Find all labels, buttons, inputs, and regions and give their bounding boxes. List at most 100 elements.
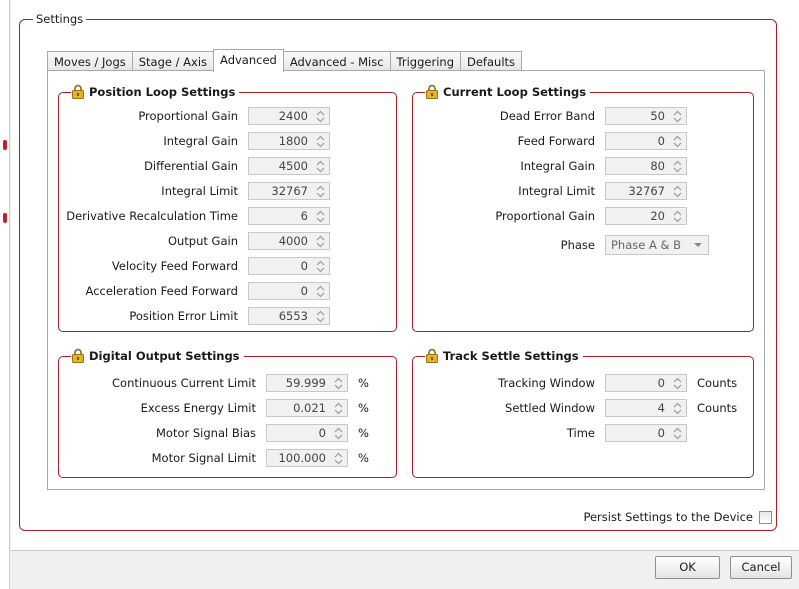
tracking-window-input[interactable]: 0 (605, 374, 687, 392)
track-settle-title-text: Track Settle Settings (443, 348, 579, 363)
spin-arrows-icon[interactable] (316, 185, 325, 198)
derivative-recalculation-time-input[interactable]: 6 (248, 207, 330, 225)
continuous-current-limit-input[interactable]: 59.999 (266, 374, 348, 392)
field-row: Motor Signal Limit 100.000% (152, 449, 369, 467)
spin-arrows-icon[interactable] (673, 377, 682, 390)
field-row: Output Gain 4000 (168, 232, 330, 250)
spin-arrows-icon[interactable] (673, 135, 682, 148)
tab-advanced-misc[interactable]: Advanced - Misc (282, 51, 391, 71)
spin-arrows-icon[interactable] (673, 160, 682, 173)
spin-arrows-icon[interactable] (316, 135, 325, 148)
field-row: Proportional Gain 2400 (138, 107, 330, 125)
field-label: Proportional Gain (495, 209, 595, 223)
persist-settings[interactable]: Persist Settings to the Device (583, 510, 772, 524)
position-loop-section: Position Loop Settings Proportional Gain… (58, 84, 397, 332)
field-value: 4500 (278, 159, 308, 173)
field-label: Position Error Limit (129, 309, 238, 323)
persist-settings-label: Persist Settings to the Device (583, 510, 753, 524)
output-gain-input[interactable]: 4000 (248, 232, 330, 250)
spin-arrows-icon[interactable] (316, 260, 325, 273)
track-settle-title: Track Settle Settings (425, 348, 583, 363)
dead-error-band-input[interactable]: 50 (605, 107, 687, 125)
digital-output-title-text: Digital Output Settings (89, 348, 240, 363)
settle-time-input[interactable]: 0 (605, 424, 687, 442)
field-label: Dead Error Band (499, 109, 595, 123)
field-label: Time (566, 426, 595, 440)
field-value: 0 (300, 259, 308, 273)
spin-arrows-icon[interactable] (673, 402, 682, 415)
field-value: 1800 (278, 134, 308, 148)
lock-icon (72, 348, 84, 363)
spin-arrows-icon[interactable] (673, 427, 682, 440)
field-label: Integral Gain (520, 159, 595, 173)
field-row: Acceleration Feed Forward 0 (86, 282, 330, 300)
tab-stage-axis[interactable]: Stage / Axis (131, 51, 215, 71)
track-settle-section: Track Settle Settings Tracking Window 0 Co… (412, 348, 754, 478)
digital-output-section: Digital Output Settings Continuous Curre… (58, 348, 397, 478)
lock-icon (426, 84, 438, 99)
integral-gain-input[interactable]: 1800 (248, 132, 330, 150)
chevron-down-icon[interactable] (694, 243, 702, 247)
field-unit: % (358, 426, 369, 440)
field-label: Tracking Window (498, 376, 595, 390)
spin-arrows-icon[interactable] (316, 110, 325, 123)
ok-button[interactable]: OK (655, 556, 720, 579)
excess-energy-limit-input[interactable]: 0.021 (266, 399, 348, 417)
cancel-button[interactable]: Cancel (730, 556, 792, 579)
differential-gain-input[interactable]: 4500 (248, 157, 330, 175)
digital-output-title: Digital Output Settings (71, 348, 244, 363)
persist-settings-checkbox[interactable] (759, 510, 772, 524)
field-row: Settled Window 4 Counts (505, 399, 737, 417)
spin-arrows-icon[interactable] (316, 160, 325, 173)
field-row: Tracking Window 0 Counts (498, 374, 738, 392)
position-loop-title: Position Loop Settings (71, 84, 240, 99)
field-label: Integral Gain (163, 134, 238, 148)
settled-window-input[interactable]: 4 (605, 399, 687, 417)
current-proportional-gain-input[interactable]: 20 (605, 207, 687, 225)
motor-signal-bias-input[interactable]: 0 (266, 424, 348, 442)
field-unit: Counts (697, 376, 738, 390)
spin-arrows-icon[interactable] (316, 310, 325, 323)
field-value: 6553 (278, 309, 308, 323)
phase-select[interactable]: Phase A & B (605, 235, 709, 255)
tab-moves-jogs[interactable]: Moves / Jogs (47, 51, 133, 71)
lock-icon (72, 84, 84, 99)
field-row: Time 0 (567, 424, 687, 442)
spin-arrows-icon[interactable] (334, 377, 343, 390)
spin-arrows-icon[interactable] (334, 452, 343, 465)
spin-arrows-icon[interactable] (673, 110, 682, 123)
field-value: 4000 (278, 234, 308, 248)
field-row: Integral Gain 80 (520, 157, 687, 175)
spin-arrows-icon[interactable] (673, 210, 682, 223)
current-integral-gain-input[interactable]: 80 (605, 157, 687, 175)
spin-arrows-icon[interactable] (316, 285, 325, 298)
tab-defaults[interactable]: Defaults (460, 51, 523, 71)
field-row: Phase Phase A & B (561, 235, 709, 255)
spin-arrows-icon[interactable] (673, 185, 682, 198)
field-label: Continuous Current Limit (112, 376, 256, 390)
current-integral-limit-input[interactable]: 32767 (605, 182, 687, 200)
tab-advanced[interactable]: Advanced (213, 49, 284, 72)
spin-arrows-icon[interactable] (316, 210, 325, 223)
phase-select-value: Phase A & B (611, 238, 682, 252)
position-loop-title-text: Position Loop Settings (89, 84, 236, 99)
field-row: Integral Limit 32767 (161, 182, 330, 200)
position-error-limit-input[interactable]: 6553 (248, 307, 330, 325)
field-label: Feed Forward (517, 134, 595, 148)
acceleration-feed-forward-input[interactable]: 0 (248, 282, 330, 300)
proportional-gain-input[interactable]: 2400 (248, 107, 330, 125)
field-value: 32767 (271, 184, 308, 198)
field-row: Dead Error Band 50 (500, 107, 687, 125)
spin-arrows-icon[interactable] (334, 427, 343, 440)
field-value: 0 (318, 426, 326, 440)
spin-arrows-icon[interactable] (334, 402, 343, 415)
field-value: 100.000 (278, 451, 326, 465)
motor-signal-limit-input[interactable]: 100.000 (266, 449, 348, 467)
current-loop-section: Current Loop Settings Dead Error Band 50 … (412, 84, 754, 332)
integral-limit-input[interactable]: 32767 (248, 182, 330, 200)
spin-arrows-icon[interactable] (316, 235, 325, 248)
tab-triggering[interactable]: Triggering (389, 51, 461, 71)
field-label: Motor Signal Limit (151, 451, 256, 465)
feed-forward-input[interactable]: 0 (605, 132, 687, 150)
velocity-feed-forward-input[interactable]: 0 (248, 257, 330, 275)
